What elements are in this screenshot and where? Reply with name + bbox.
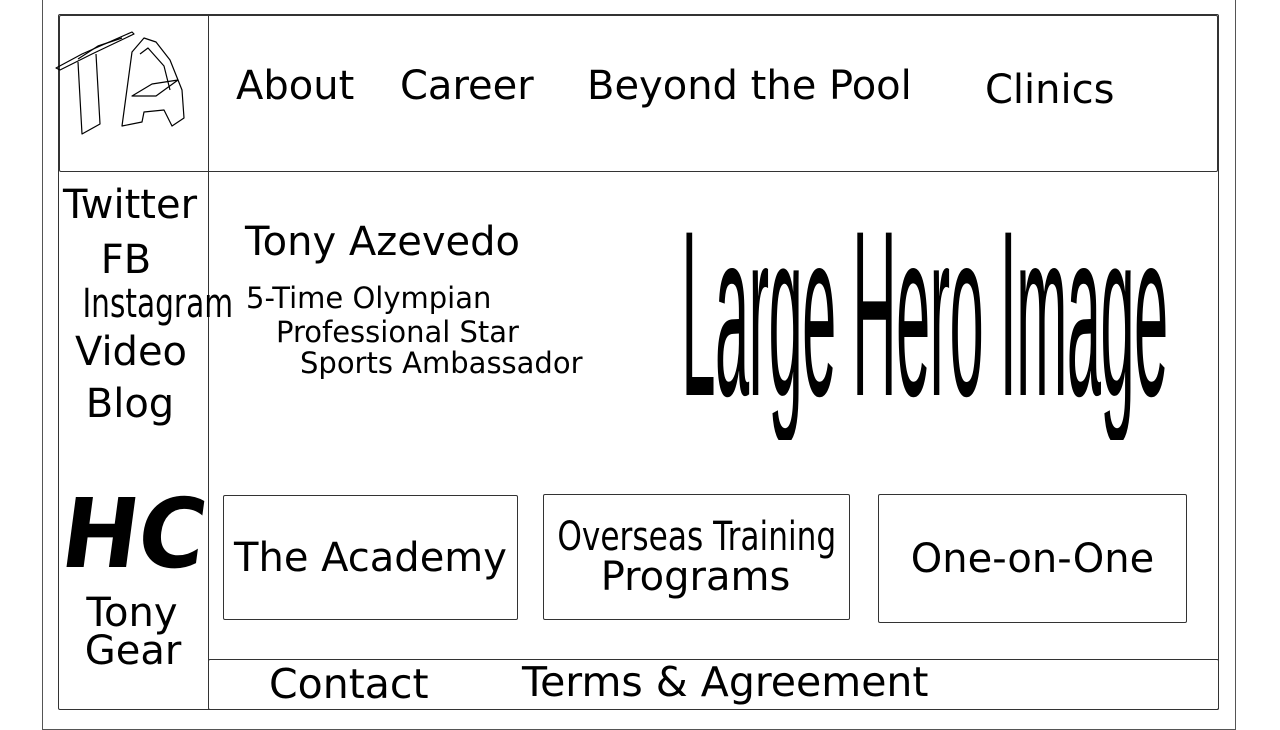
footer-link-terms[interactable]: Terms & Agreement — [522, 662, 928, 703]
card-the-academy[interactable]: The Academy — [223, 495, 518, 620]
tagline-professional: Professional Star — [276, 315, 519, 349]
card-the-academy-label: The Academy — [234, 534, 507, 581]
nav-beyond-the-pool[interactable]: Beyond the Pool — [587, 66, 912, 106]
hc-logo-icon: HC — [55, 479, 213, 590]
ta-logo-icon: TA — [52, 26, 185, 135]
card-overseas-training-line1: Overseas Training — [557, 514, 836, 560]
logo-text: TA — [52, 26, 54, 27]
card-one-on-one[interactable]: One-on-One — [878, 494, 1187, 623]
sidebar-link-video[interactable]: Video — [56, 332, 206, 372]
hc-brand-logo[interactable]: HC — [55, 479, 213, 590]
card-overseas-training-line2: Programs — [600, 554, 791, 600]
sidebar-link-instagram[interactable]: Instagram — [56, 284, 233, 324]
sidebar-link-twitter[interactable]: Twitter — [55, 185, 205, 225]
nav-career[interactable]: Career — [400, 66, 534, 106]
hero-image-placeholder: Large Hero Image — [640, 190, 1210, 440]
card-overseas-training[interactable]: Overseas Training Programs — [543, 494, 850, 620]
tony-gear-line2[interactable]: Gear — [58, 631, 208, 671]
sidebar-divider — [208, 171, 209, 708]
hero-placeholder-text: Large Hero Image — [681, 190, 1169, 440]
nav-clinics[interactable]: Clinics — [985, 70, 1114, 110]
tony-gear-line1[interactable]: Tony — [57, 593, 207, 633]
nav-about[interactable]: About — [236, 66, 354, 106]
sidebar-link-fb[interactable]: FB — [51, 240, 201, 280]
card-one-on-one-label: One-on-One — [910, 535, 1155, 582]
tagline-ambassador: Sports Ambassador — [300, 346, 583, 380]
sidebar-link-instagram-label: Instagram — [82, 281, 234, 327]
hc-logo-text: HC — [66, 485, 206, 585]
athlete-name: Tony Azevedo — [245, 219, 520, 265]
tagline-olympian: 5-Time Olympian — [246, 281, 492, 315]
sidebar-link-blog[interactable]: Blog — [55, 384, 205, 424]
site-logo[interactable]: TA — [52, 26, 202, 141]
footer-link-contact[interactable]: Contact — [269, 664, 429, 705]
